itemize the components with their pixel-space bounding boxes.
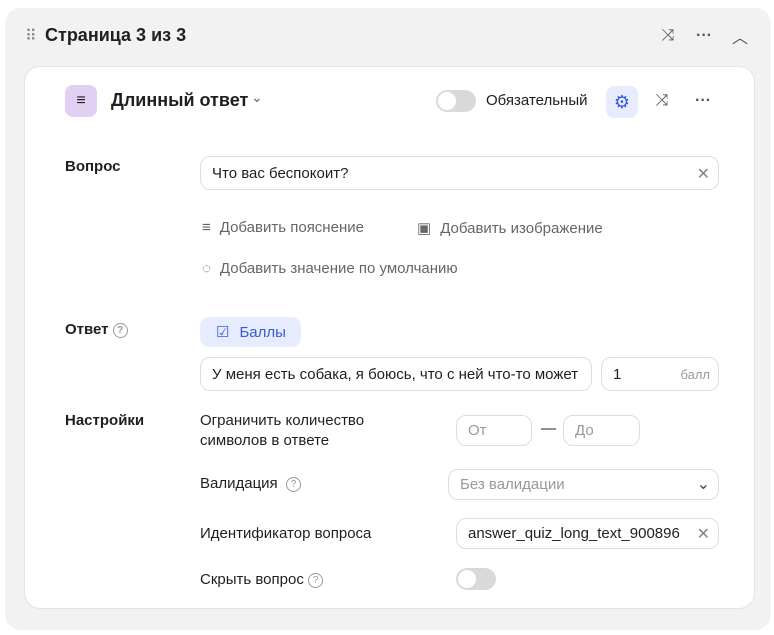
points-unit: балл [680,366,710,382]
range-dash: — [541,420,556,437]
question-type-select[interactable]: Длинный ответ [111,90,248,111]
points-button-label: Баллы [239,323,286,341]
points-input[interactable]: 1 балл [601,357,719,391]
add-description-link[interactable]: ≡ Добавить пояснение [202,219,364,236]
close-icon[interactable]: ✕ [697,524,710,544]
to-placeholder: До [575,422,594,439]
answer-input[interactable]: У меня есть собака, я боюсь, что с ней ч… [200,357,592,391]
chevron-down-icon[interactable]: ⌄ [251,89,263,106]
hide-toggle[interactable] [456,568,496,590]
dashed-circle-icon: ◌ [202,260,211,277]
required-toggle[interactable] [436,90,476,112]
question-label: Вопрос [65,158,121,175]
shuffle-icon[interactable]: ⤨ [654,22,682,50]
check-document-icon: ☑ [216,324,230,341]
question-value: Что вас беспокоит? [212,164,349,182]
validation-select[interactable]: Без валидации ⌄ [448,469,719,500]
hide-label: Скрыть вопрос ? [200,571,323,588]
help-icon[interactable]: ? [286,476,302,492]
chevron-down-icon: ⌄ [696,476,710,493]
question-card: ≡ Длинный ответ ⌄ Обязательный ⚙ ⤨ ··· В… [24,66,755,609]
points-button[interactable]: ☑ Баллы [200,317,301,347]
add-description-label: Добавить пояснение [219,219,364,236]
required-label: Обязательный [486,92,588,109]
text-lines-icon: ≡ [202,219,211,236]
add-image-link[interactable]: ▣ Добавить изображение [417,219,603,238]
answer-value: У меня есть собака, я боюсь, что с ней ч… [212,365,579,383]
drag-icon[interactable]: ⠿ [25,26,37,46]
from-placeholder: От [468,422,487,439]
more-icon[interactable]: ··· [690,22,718,50]
points-value: 1 [613,365,622,383]
help-icon[interactable]: ? [112,322,128,338]
help-icon[interactable]: ? [308,572,323,588]
shuffle-icon[interactable]: ⤨ [648,87,676,115]
chevron-up-icon[interactable]: ︿ [726,22,754,50]
id-value: answer_quiz_long_text_900896 [468,525,680,542]
id-input[interactable]: answer_quiz_long_text_900896 ✕ [456,518,719,549]
more-icon[interactable]: ··· [689,87,717,115]
validation-label: Валидация ? [200,475,302,492]
answer-label: Ответ ? [65,321,128,338]
close-icon[interactable]: ✕ [697,164,710,184]
from-input[interactable]: От [456,415,532,446]
question-input[interactable]: Что вас беспокоит? ✕ [200,156,719,190]
id-label: Идентификатор вопроса [200,525,372,542]
validation-value: Без валидации [460,476,565,493]
image-icon: ▣ [417,220,432,237]
to-input[interactable]: До [563,415,640,446]
settings-label: Настройки [65,412,145,429]
gear-icon[interactable]: ⚙ [606,86,638,118]
long-text-icon: ≡ [65,85,97,117]
page-title: Страница 3 из 3 [45,25,187,45]
add-default-label: Добавить значение по умолчанию [219,260,458,277]
add-image-label: Добавить изображение [440,219,603,237]
limit-label: Ограничить количество символов в ответе [200,412,365,449]
add-default-link[interactable]: ◌ Добавить значение по умолчанию [202,260,458,277]
